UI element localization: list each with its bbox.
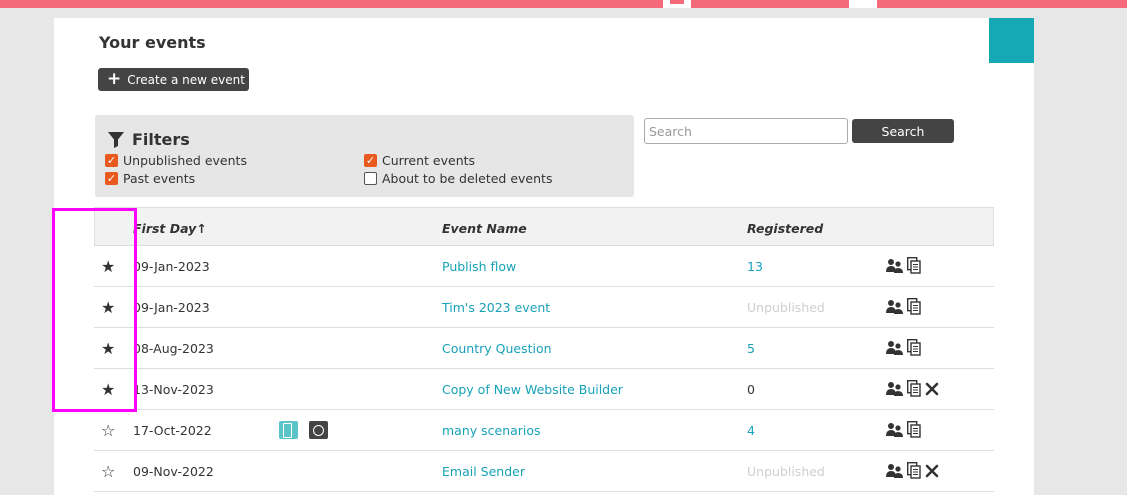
top-bar: [0, 0, 1127, 8]
first-day-cell: 17-Oct-2022: [133, 423, 212, 438]
copy-icon[interactable]: [907, 380, 921, 397]
registered-cell[interactable]: 5: [747, 341, 755, 356]
column-header-event-name[interactable]: Event Name: [442, 221, 527, 236]
first-day-cell: 09-Jan-2023: [133, 259, 210, 274]
checkbox[interactable]: [105, 154, 118, 167]
first-day-cell: 13-Nov-2023: [133, 382, 214, 397]
attendees-icon[interactable]: [886, 422, 903, 437]
table-row: ☆ 09-Nov-2022 Email Sender Unpublished: [94, 451, 994, 492]
event-name-link[interactable]: Publish flow: [442, 259, 516, 274]
registered-cell: Unpublished: [747, 300, 825, 315]
top-bar-tab[interactable]: [849, 0, 877, 8]
copy-icon[interactable]: [907, 421, 921, 438]
filter-option-to-be-deleted[interactable]: About to be deleted events: [364, 171, 552, 186]
row-actions: [886, 462, 943, 479]
delete-icon[interactable]: [925, 464, 939, 478]
table-row: ★ 08-Aug-2023 Country Question 5: [94, 328, 994, 369]
website-badge-icon[interactable]: [309, 421, 328, 439]
checkbox[interactable]: [364, 172, 377, 185]
filter-option-label: Past events: [123, 171, 196, 186]
attendees-icon[interactable]: [886, 340, 903, 355]
copy-icon[interactable]: [907, 257, 921, 274]
filters-header: Filters: [107, 130, 190, 149]
event-name-link[interactable]: Email Sender: [442, 464, 525, 479]
table-header: First Day↑ Event Name Registered: [94, 207, 994, 246]
filter-option-label: Unpublished events: [123, 153, 247, 168]
page-badge-icon[interactable]: [279, 421, 298, 439]
attendees-icon[interactable]: [886, 258, 903, 273]
attendees-icon[interactable]: [886, 299, 903, 314]
selection-highlight: [52, 208, 137, 412]
attendees-icon[interactable]: [886, 463, 903, 478]
row-actions: [886, 339, 925, 356]
table-body: ★ 09-Jan-2023 Publish flow 13 ★ 09-Jan-2023 Ti…: [94, 246, 994, 492]
create-event-button[interactable]: + Create a new event: [98, 68, 249, 91]
filter-option-label: About to be deleted events: [382, 171, 553, 186]
first-day-cell: 08-Aug-2023: [133, 341, 214, 356]
favorite-star-icon[interactable]: ☆: [101, 421, 115, 440]
create-event-label: Create a new event: [127, 72, 245, 87]
table-row: ★ 09-Jan-2023 Publish flow 13: [94, 246, 994, 287]
favorite-star-icon[interactable]: ☆: [101, 462, 115, 481]
registered-cell: 0: [747, 382, 755, 397]
registered-cell: Unpublished: [747, 464, 825, 479]
registered-cell[interactable]: 4: [747, 423, 755, 438]
first-day-cell: 09-Jan-2023: [133, 300, 210, 315]
event-name-link[interactable]: Tim's 2023 event: [442, 300, 550, 315]
events-table: First Day↑ Event Name Registered ★ 09-Jan…: [94, 207, 994, 492]
checkbox[interactable]: [364, 154, 377, 167]
corner-accent[interactable]: [989, 18, 1034, 63]
table-row: ★ 13-Nov-2023 Copy of New Website Builder 0: [94, 369, 994, 410]
row-actions: [886, 257, 925, 274]
copy-icon[interactable]: [907, 462, 921, 479]
filter-option-label: Current events: [382, 153, 476, 168]
copy-icon[interactable]: [907, 298, 921, 315]
row-actions: [886, 380, 943, 397]
event-name-link[interactable]: many scenarios: [442, 423, 541, 438]
filters-title: Filters: [132, 130, 190, 149]
checkbox[interactable]: [105, 172, 118, 185]
search-input[interactable]: [644, 118, 848, 144]
event-name-link[interactable]: Copy of New Website Builder: [442, 382, 623, 397]
delete-icon[interactable]: [925, 382, 939, 396]
row-actions: [886, 298, 925, 315]
table-row: ★ 09-Jan-2023 Tim's 2023 event Unpublished: [94, 287, 994, 328]
page-title: Your events: [99, 33, 206, 52]
filters-panel: Filters Unpublished events Current event…: [95, 115, 634, 197]
attendees-icon[interactable]: [886, 381, 903, 396]
filter-option-past[interactable]: Past events: [105, 171, 195, 186]
top-bar-tab[interactable]: [663, 0, 691, 8]
filter-option-unpublished[interactable]: Unpublished events: [105, 153, 247, 168]
event-name-link[interactable]: Country Question: [442, 341, 552, 356]
column-header-first-day[interactable]: First Day↑: [133, 221, 207, 236]
table-row: ☆ 17-Oct-2022 many scenarios 4: [94, 410, 994, 451]
registered-cell[interactable]: 13: [747, 259, 763, 274]
first-day-cell: 09-Nov-2022: [133, 464, 214, 479]
copy-icon[interactable]: [907, 339, 921, 356]
filter-option-current[interactable]: Current events: [364, 153, 475, 168]
filter-icon: [108, 131, 124, 148]
row-actions: [886, 421, 925, 438]
search-button[interactable]: Search: [852, 119, 954, 143]
plus-icon: +: [107, 69, 122, 89]
column-header-registered[interactable]: Registered: [747, 221, 823, 236]
